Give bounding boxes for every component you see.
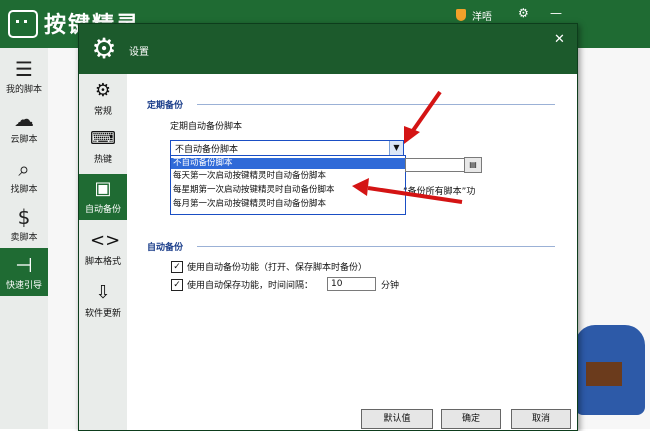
backup-path-input[interactable] — [405, 158, 465, 172]
cloud-icon: ☁ — [14, 107, 34, 131]
settings-gear-icon[interactable]: ⚙ — [518, 6, 529, 20]
section-divider — [197, 104, 555, 105]
download-icon: ⇩ — [95, 282, 111, 303]
nav-item-script-format[interactable]: <> 脚本格式 — [79, 226, 127, 272]
dollar-icon: $ — [17, 205, 31, 229]
sidebar-item-find-scripts[interactable]: ⌕ 找脚本 — [0, 152, 48, 200]
mascot-book — [586, 362, 622, 386]
sidebar-item-sell-scripts[interactable]: $ 卖脚本 — [0, 200, 48, 248]
minimize-icon[interactable]: — — [550, 6, 562, 20]
nav-label: 热键 — [93, 155, 112, 165]
nav-item-software-update[interactable]: ⇩ 软件更新 — [79, 278, 127, 324]
sidebar-label: 卖脚本 — [10, 233, 38, 243]
section-title-scheduled-backup: 定期备份 — [147, 101, 184, 111]
app-logo-icon — [8, 10, 38, 38]
backup-frequency-dropdown: 不自动备份脚本 每天第一次启动按键精灵时自动备份脚本 每星期第一次启动按键精灵时… — [170, 155, 407, 215]
dropdown-option[interactable]: 每星期第一次启动按键精灵时自动备份脚本 — [171, 185, 407, 196]
backup-all-hint: “备份所有脚本”功 — [403, 187, 476, 197]
nav-label: 自动备份 — [84, 205, 121, 215]
app-sidebar: ☰ 我的脚本 ☁ 云脚本 ⌕ 找脚本 $ 卖脚本 ⊣ 快速引导 — [0, 48, 48, 429]
gear-icon: ⚙ — [91, 32, 117, 65]
section-divider — [197, 246, 555, 247]
keyboard-icon: ⌨ — [90, 128, 116, 149]
dropdown-option[interactable]: 每天第一次启动按键精灵时自动备份脚本 — [171, 171, 407, 182]
list-icon: ☰ — [15, 57, 33, 81]
scheduled-backup-label: 定期自动备份脚本 — [170, 122, 243, 132]
dialog-title: 设置 — [129, 47, 149, 58]
dialog-title-bar: ⚙ 设置 ✕ — [79, 24, 577, 74]
ok-button[interactable]: 确定 — [441, 409, 501, 429]
default-button[interactable]: 默认值 — [361, 409, 433, 429]
auto-backup-checkbox[interactable]: ✓ — [171, 261, 183, 273]
sidebar-label: 云脚本 — [10, 135, 38, 145]
close-icon[interactable]: ✕ — [554, 32, 565, 47]
save-icon: ▣ — [94, 178, 112, 199]
code-icon: <> — [90, 230, 121, 251]
nav-item-hotkeys[interactable]: ⌨ 热键 — [79, 124, 127, 170]
nav-item-auto-backup[interactable]: ▣ 自动备份 — [79, 174, 127, 220]
auto-save-label: 使用自动保存功能，时间间隔： — [187, 281, 314, 291]
sidebar-label: 快速引导 — [5, 281, 42, 291]
shield-icon — [456, 9, 466, 21]
auto-save-checkbox[interactable]: ✓ — [171, 279, 183, 291]
nav-item-general[interactable]: ⚙ 常规 — [79, 76, 127, 122]
sidebar-item-cloud-scripts[interactable]: ☁ 云脚本 — [0, 102, 48, 150]
nav-label: 常规 — [93, 107, 112, 117]
interval-unit-label: 分钟 — [381, 281, 400, 291]
settings-dialog: ⚙ 设置 ✕ ⚙ 常规 ⌨ 热键 ▣ 自动备份 <> 脚本格式 ⇩ 软件更新 定… — [78, 23, 578, 431]
browse-folder-button[interactable]: ▤ — [464, 157, 482, 173]
section-title-auto-backup: 自动备份 — [147, 243, 184, 253]
gear-icon: ⚙ — [94, 80, 112, 101]
auto-backup-label: 使用自动备份功能（打开、保存脚本时备份） — [187, 263, 368, 273]
nav-label: 脚本格式 — [84, 257, 121, 267]
sidebar-item-my-scripts[interactable]: ☰ 我的脚本 — [0, 52, 48, 100]
cancel-button[interactable]: 取消 — [511, 409, 571, 429]
sidebar-label: 找脚本 — [10, 185, 38, 195]
sidebar-label: 我的脚本 — [5, 85, 42, 95]
sidebar-item-quick-guide[interactable]: ⊣ 快速引导 — [0, 248, 48, 296]
select-value: 不自动备份脚本 — [175, 145, 239, 155]
user-name[interactable]: 洋唔 — [472, 8, 492, 23]
backup-frequency-select[interactable]: 不自动备份脚本 ▼ — [170, 140, 404, 156]
auto-save-interval-input[interactable]: 10 — [327, 277, 376, 291]
nav-label: 软件更新 — [84, 309, 121, 319]
dropdown-option[interactable]: 不自动备份脚本 — [171, 158, 407, 169]
chevron-down-icon[interactable]: ▼ — [389, 141, 403, 155]
signpost-icon: ⊣ — [15, 253, 33, 277]
search-icon: ⌕ — [18, 157, 30, 181]
dialog-nav: ⚙ 常规 ⌨ 热键 ▣ 自动备份 <> 脚本格式 ⇩ 软件更新 — [79, 74, 127, 430]
dropdown-option[interactable]: 每月第一次启动按键精灵时自动备份脚本 — [171, 199, 407, 210]
